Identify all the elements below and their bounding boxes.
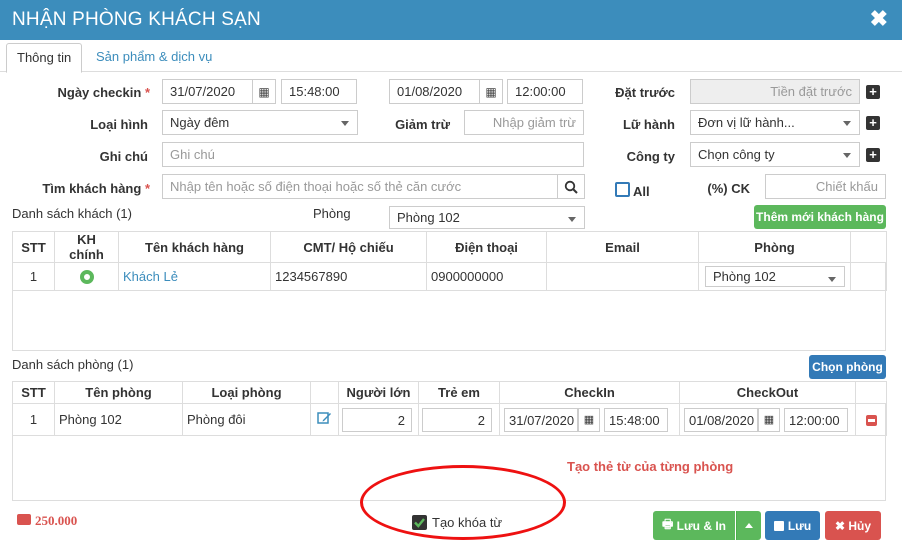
col-stt: STT	[12, 381, 55, 404]
main-guest-radio[interactable]	[54, 262, 119, 291]
checkin-date-input[interactable]: 31/07/2020	[162, 79, 253, 104]
room-checkout-date[interactable]: 01/08/2020	[684, 407, 758, 432]
guest-table: STT KH chính Tên khách hàng CMT/ Hộ chiế…	[12, 231, 887, 291]
calendar-icon[interactable]: ▦	[252, 79, 276, 104]
guest-room-select[interactable]: Phòng 102	[705, 266, 845, 287]
room-table: STT Tên phòng Loại phòng Người lớn Trẻ e…	[12, 381, 887, 436]
all-label: All	[633, 184, 650, 199]
search-input[interactable]: Nhập tên hoặc số điện thoại hoặc số thẻ …	[162, 174, 558, 199]
search-icon[interactable]	[557, 174, 585, 199]
guest-phone: 0900000000	[426, 262, 547, 291]
children-input[interactable]: 2	[422, 407, 492, 432]
note-label: Ghi chú	[99, 149, 148, 164]
ck-label: (%) CK	[707, 181, 750, 196]
col-name: Tên khách hàng	[118, 231, 271, 263]
all-checkbox[interactable]	[615, 182, 630, 197]
col-room-name: Tên phòng	[54, 381, 183, 404]
company-select[interactable]: Chọn công ty	[690, 142, 860, 167]
discount-label: Giảm trừ	[395, 117, 450, 132]
checkout-time-input[interactable]: 12:00:00	[507, 79, 583, 104]
remove-icon[interactable]	[855, 403, 887, 436]
room-type: Phòng đôi	[182, 403, 311, 436]
add-company-icon[interactable]: +	[866, 148, 880, 162]
room-name: Phòng 102	[54, 403, 183, 436]
col-email: Email	[546, 231, 699, 263]
room-filter-label: Phòng	[313, 206, 351, 221]
row-stt: 1	[12, 262, 55, 291]
guest-id: 1234567890	[270, 262, 427, 291]
checkin-time-input[interactable]: 15:48:00	[281, 79, 357, 104]
choose-room-button[interactable]: Chọn phòng	[809, 355, 886, 379]
room-list-title: Danh sách phòng (1)	[12, 357, 134, 372]
deposit-input[interactable]: Tiền đặt trước	[690, 79, 860, 104]
travel-select[interactable]: Đơn vị lữ hành...	[690, 110, 860, 135]
col-main: KH chính	[54, 231, 119, 263]
save-button[interactable]: Lưu	[765, 511, 820, 540]
calendar-icon[interactable]: ▦	[758, 407, 780, 432]
table-row: 1 Phòng 102 Phòng đôi 2 2 31/07/2020 ▦ 15:…	[12, 403, 887, 436]
checkout-date-input[interactable]: 01/08/2020	[389, 79, 480, 104]
room-checkin-date[interactable]: 31/07/2020	[504, 407, 578, 432]
search-label: Tìm khách hàng *	[42, 181, 150, 196]
calendar-icon[interactable]: ▦	[479, 79, 503, 104]
room-checkin-time[interactable]: 15:48:00	[604, 407, 668, 432]
calendar-icon[interactable]: ▦	[578, 407, 600, 432]
tab-services[interactable]: Sản phẩm & dịch vụ	[86, 43, 222, 73]
company-label: Công ty	[626, 149, 675, 164]
col-room: Phòng	[698, 231, 851, 263]
keycard-checkbox[interactable]	[412, 515, 427, 530]
note-input[interactable]: Ghi chú	[162, 142, 584, 167]
floppy-icon	[773, 520, 784, 531]
dialog-header: NHẬN PHÒNG KHÁCH SẠN ✖	[0, 0, 902, 40]
save-print-button[interactable]: 🖶 Lưu & In	[653, 511, 735, 540]
table-row: 1 Khách Lẻ 1234567890 0900000000 Phòng 1…	[12, 262, 887, 291]
col-id: CMT/ Hộ chiếu	[270, 231, 427, 263]
add-deposit-icon[interactable]: +	[866, 85, 880, 99]
print-icon: 🖶	[661, 517, 677, 531]
col-adults: Người lớn	[338, 381, 419, 404]
adults-input[interactable]: 2	[342, 407, 412, 432]
col-room-type: Loại phòng	[182, 381, 311, 404]
col-phone: Điện thoại	[426, 231, 547, 263]
travel-label: Lữ hành	[622, 117, 675, 132]
dialog-title: NHẬN PHÒNG KHÁCH SẠN	[12, 9, 261, 30]
total-amount: 250.000	[35, 513, 78, 528]
guest-list-title: Danh sách khách (1)	[12, 206, 132, 221]
cancel-button[interactable]: ✖ Hủy	[825, 511, 881, 540]
caret-down-icon[interactable]	[736, 511, 761, 540]
room-filter-select[interactable]: Phòng 102	[389, 206, 585, 229]
guest-email	[546, 262, 699, 291]
money-icon	[17, 514, 31, 525]
close-icon[interactable]: ✖	[870, 6, 888, 32]
guest-name-link[interactable]: Khách Lẻ	[118, 262, 271, 291]
keycard-label: Tạo khóa từ	[432, 515, 503, 530]
row-stt: 1	[12, 403, 55, 436]
annotation-text: Tạo thẻ từ của từng phòng	[567, 459, 734, 474]
col-stt: STT	[12, 231, 55, 263]
tab-info[interactable]: Thông tin	[6, 43, 83, 73]
edit-icon[interactable]	[310, 403, 339, 436]
room-checkout-time[interactable]: 12:00:00	[784, 407, 848, 432]
add-guest-button[interactable]: Thêm mới khách hàng	[754, 205, 886, 229]
ck-input[interactable]: Chiết khấu	[765, 174, 886, 199]
add-travel-icon[interactable]: +	[866, 116, 880, 130]
type-select[interactable]: Ngày đêm	[162, 110, 358, 135]
tab-bar: Thông tin Sản phẩm & dịch vụ	[0, 40, 902, 73]
close-icon: ✖	[834, 518, 849, 533]
type-label: Loại hình	[90, 117, 148, 132]
discount-input[interactable]: Nhập giảm trừ	[464, 110, 584, 135]
col-checkout: CheckOut	[679, 381, 856, 404]
col-checkin: CheckIn	[499, 381, 680, 404]
deposit-label: Đặt trước	[615, 85, 675, 100]
checkin-label: Ngày checkin *	[57, 85, 150, 100]
col-children: Trẻ em	[418, 381, 500, 404]
